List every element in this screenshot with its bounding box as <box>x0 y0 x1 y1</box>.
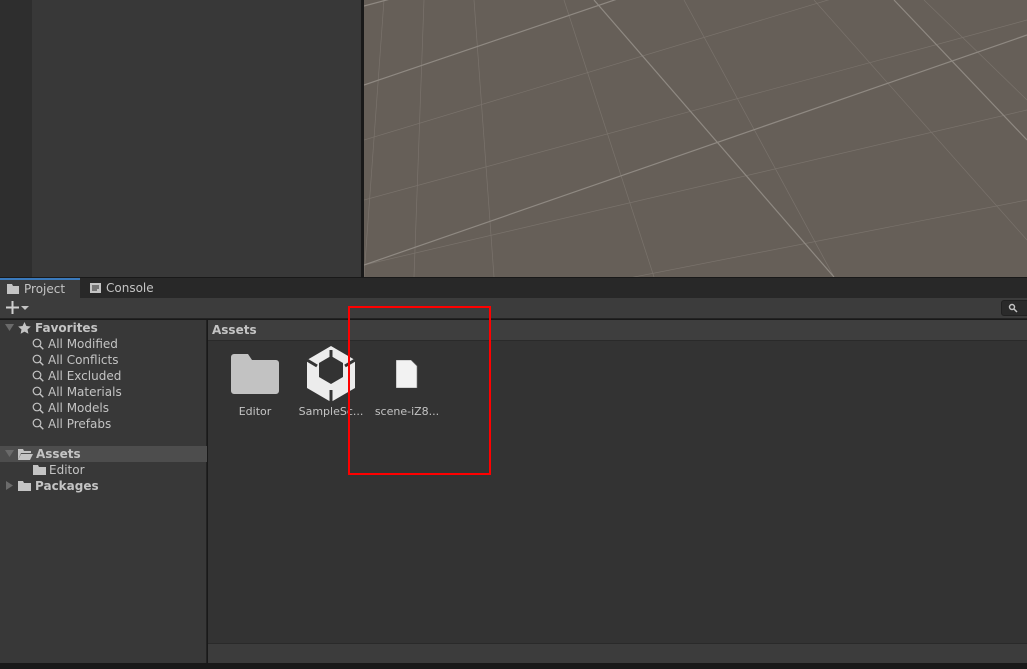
tree-label: Packages <box>35 479 99 493</box>
pane-footer <box>208 643 1027 663</box>
search-input[interactable] <box>1001 300 1027 316</box>
collapsed-arrow-icon <box>6 481 13 490</box>
tree-item-favorite[interactable]: All Models <box>0 400 207 416</box>
tree-label: All Conflicts <box>48 353 119 367</box>
expand-arrow-icon <box>5 450 14 457</box>
tree-label: Editor <box>49 463 85 477</box>
tab-label: Project <box>24 282 66 296</box>
tree-label: All Models <box>48 401 109 415</box>
star-icon <box>18 322 31 334</box>
open-folder-icon <box>18 448 33 460</box>
tree-item-favorite[interactable]: All Prefabs <box>0 416 207 432</box>
add-button[interactable] <box>6 301 29 314</box>
hierarchy-panel <box>32 0 361 277</box>
tree-item-favorite[interactable]: All Modified <box>0 336 207 352</box>
chevron-down-icon <box>21 305 29 310</box>
left-strip <box>0 0 32 277</box>
pane-title: Assets <box>208 320 1027 341</box>
tree-label: All Materials <box>48 385 122 399</box>
expand-arrow-icon <box>5 324 14 331</box>
search-icon <box>1008 303 1018 313</box>
tree-label: All Modified <box>48 337 118 351</box>
tree-item-favorites[interactable]: Favorites <box>0 320 207 336</box>
tab-project[interactable]: Project <box>0 278 80 298</box>
tree-label: Favorites <box>35 321 98 335</box>
search-icon <box>32 338 44 350</box>
folder-icon <box>33 465 46 475</box>
tree-label: Assets <box>36 447 81 461</box>
search-icon <box>32 418 44 430</box>
search-icon <box>32 370 44 382</box>
scene-view[interactable] <box>363 0 1027 331</box>
project-tree: Favorites All Modified All Conflicts All E… <box>0 320 207 663</box>
tree-item-editor[interactable]: Editor <box>0 462 207 478</box>
plus-icon <box>6 301 19 314</box>
assets-pane: Assets Editor SampleSc... scene-iZ8... <box>208 320 1027 663</box>
search-icon <box>32 386 44 398</box>
tree-item-packages[interactable]: Packages <box>0 478 207 494</box>
tree-item-favorite[interactable]: All Conflicts <box>0 352 207 368</box>
tree-label: All Prefabs <box>48 417 112 431</box>
folder-icon <box>7 284 19 294</box>
asset-label: Editor <box>238 405 272 418</box>
console-icon <box>90 283 101 293</box>
tree-item-assets[interactable]: Assets <box>0 446 207 462</box>
tab-label: Console <box>106 281 154 295</box>
tab-console[interactable]: Console <box>82 278 172 298</box>
tree-item-favorite[interactable]: All Excluded <box>0 368 207 384</box>
project-toolbar <box>0 298 1027 319</box>
tree-label: All Excluded <box>48 369 122 383</box>
search-icon <box>32 402 44 414</box>
folder-icon <box>231 354 279 394</box>
tree-item-favorite[interactable]: All Materials <box>0 384 207 400</box>
search-icon <box>32 354 44 366</box>
folder-icon <box>18 481 31 491</box>
highlight-box <box>348 306 491 475</box>
scene-grid <box>363 0 1027 331</box>
tab-bar: Project Console <box>0 278 1027 298</box>
asset-item[interactable]: Editor <box>218 354 292 418</box>
